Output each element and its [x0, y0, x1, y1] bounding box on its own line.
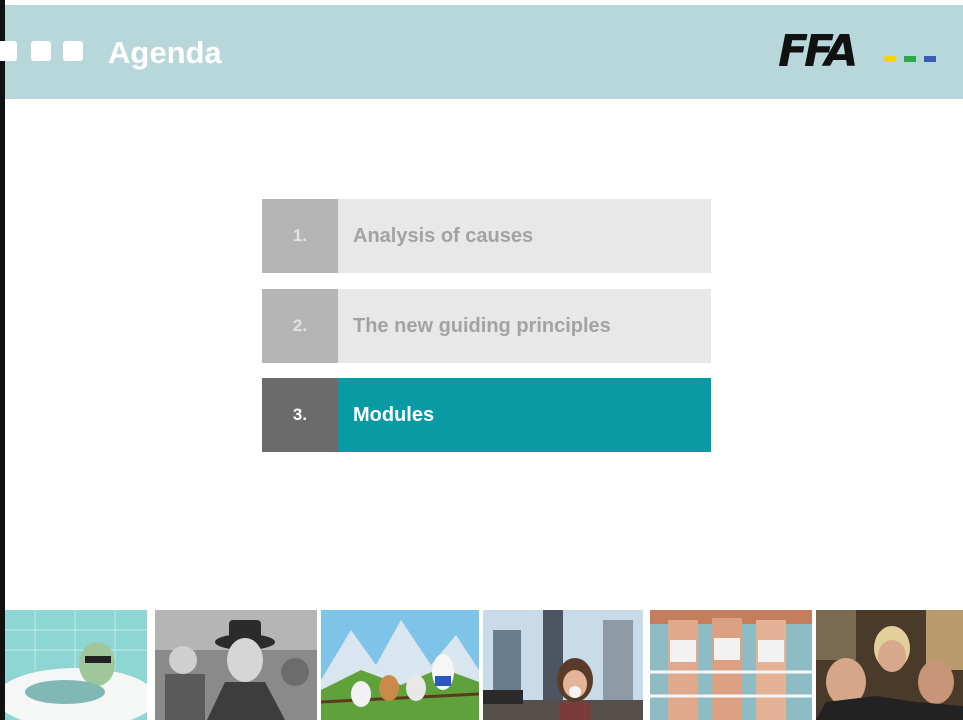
agenda-item-3-active[interactable]: 3. Modules [262, 378, 711, 452]
slide-header: Agenda FFA [0, 5, 963, 99]
photo-man-with-hat [155, 610, 317, 720]
logo-green-bar [904, 56, 916, 62]
logo-blue-bar [924, 56, 936, 62]
photo-animated-birds [321, 610, 479, 720]
photo-group-portrait [816, 610, 963, 720]
bullet-square-icon [0, 41, 17, 61]
ffa-logo-text: FFA [778, 26, 858, 77]
photo-legs-on-railing [650, 610, 812, 720]
slide-title: Agenda [108, 35, 222, 70]
agenda-label: Modules [338, 378, 711, 452]
photo-bathtub-man [5, 610, 147, 720]
agenda-number: 1. [262, 199, 338, 273]
logo-yellow-bar [884, 56, 896, 62]
agenda-number: 3. [262, 378, 338, 452]
bullet-square-icon [31, 41, 51, 61]
photo-girl-bubblegum [483, 610, 643, 720]
agenda-number: 2. [262, 289, 338, 363]
agenda-label: Analysis of causes [338, 199, 711, 273]
ffa-logo: FFA [778, 27, 953, 83]
agenda-item-2[interactable]: 2. The new guiding principles [262, 289, 711, 363]
bullet-square-icon [63, 41, 83, 61]
agenda-item-1[interactable]: 1. Analysis of causes [262, 199, 711, 273]
photo-strip [5, 610, 963, 720]
agenda-label: The new guiding principles [338, 289, 711, 363]
